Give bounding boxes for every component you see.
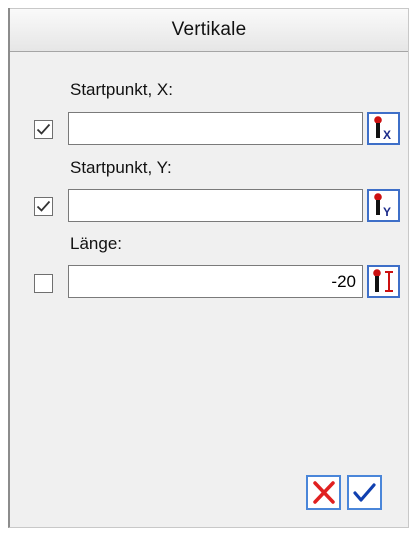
startpunkt-x-input[interactable] <box>68 112 363 145</box>
startpunkt-x-pick-button[interactable]: X <box>367 112 400 145</box>
startpunkt-x-label: Startpunkt, X: <box>70 80 173 99</box>
length-pick-icon <box>373 269 393 292</box>
checkmark-icon <box>36 123 51 135</box>
startpunkt-x-checkbox[interactable] <box>34 120 53 139</box>
dialog-title: Vertikale <box>171 19 247 40</box>
dialog-titlebar: Vertikale <box>10 8 408 52</box>
point-y-pick-icon: Y <box>374 193 391 219</box>
startpunkt-y-label: Startpunkt, Y: <box>70 158 172 177</box>
startpunkt-y-checkbox[interactable] <box>34 197 53 216</box>
startpunkt-y-input[interactable] <box>68 189 363 222</box>
checkmark-ok-icon <box>353 483 376 502</box>
svg-text:Y: Y <box>383 205 391 219</box>
svg-text:X: X <box>383 128 391 142</box>
laenge-label: Länge: <box>70 234 122 253</box>
laenge-input[interactable] <box>68 265 363 298</box>
laenge-pick-button[interactable] <box>367 265 400 298</box>
point-x-pick-icon: X <box>374 116 391 142</box>
laenge-checkbox[interactable] <box>34 274 53 293</box>
checkmark-icon <box>36 200 51 212</box>
vertikale-dialog: Vertikale Startpunkt, X: X Startpunkt, Y… <box>8 8 409 528</box>
startpunkt-y-pick-button[interactable]: Y <box>367 189 400 222</box>
cancel-button[interactable] <box>306 475 341 510</box>
ok-button[interactable] <box>347 475 382 510</box>
x-cancel-icon <box>313 481 335 504</box>
